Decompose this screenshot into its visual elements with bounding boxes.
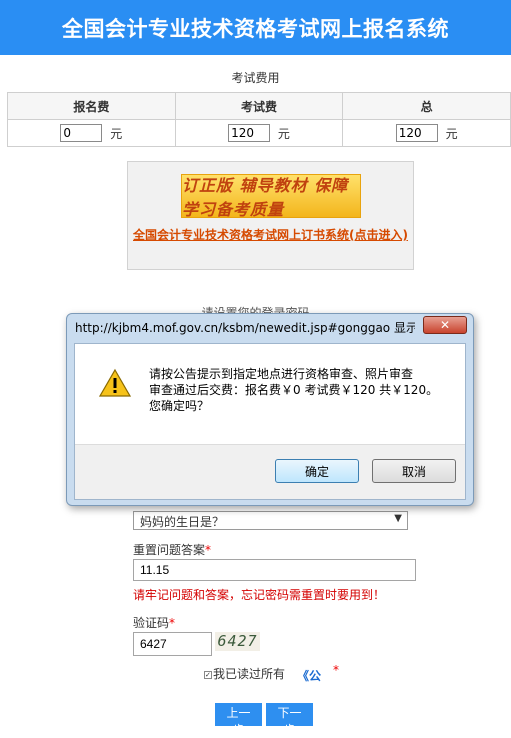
captcha-image[interactable]: 6427 — [215, 632, 260, 651]
fee-unit: 元 — [445, 126, 458, 141]
required-mark: * — [333, 663, 339, 677]
fee-cell-exam: 元 — [174, 119, 344, 147]
dialog-message-line: 您确定吗？ — [149, 399, 210, 413]
dialog-content: 请按公告提示到指定地点进行资格审查、照片审查 审查通过后交费：报名费￥0 考试费… — [75, 344, 465, 445]
captcha-label-text: 验证码 — [133, 616, 170, 630]
fee-unit: 元 — [277, 126, 290, 141]
announcement-link[interactable]: 《公 — [297, 667, 321, 684]
required-mark: * — [205, 543, 212, 557]
close-icon[interactable]: ✕ — [423, 316, 467, 334]
security-question-select[interactable]: 妈妈的生日是？ ▼ — [133, 511, 408, 530]
fee-table: 报名费 考试费 总 元 元 元 — [7, 92, 511, 147]
captcha-input[interactable] — [133, 632, 212, 656]
dialog-message-line: 请按公告提示到指定地点进行资格审查、照片审查 — [149, 367, 414, 381]
fee-unit: 元 — [110, 126, 123, 141]
prev-step-button[interactable]: 上一步 — [215, 703, 262, 737]
dialog-message-line: 审查通过后交费：报名费￥0 考试费￥120 共￥120。 — [149, 383, 439, 397]
fee-cell-registration: 元 — [7, 119, 176, 147]
ok-button[interactable]: 确定 — [275, 459, 359, 483]
checkbox-icon[interactable]: ✓ — [204, 670, 212, 679]
dialog-message: 请按公告提示到指定地点进行资格审查、照片审查 审查通过后交费：报名费￥0 考试费… — [149, 366, 438, 414]
bookstore-link[interactable]: 全国会计专业技术资格考试网上订书系统(点击进入) — [128, 226, 413, 243]
page-title: 全国会计专业技术资格考试网上报名系统 — [62, 16, 449, 41]
agree-text: 我已读过所有 — [213, 667, 286, 681]
registration-fee-input[interactable] — [60, 124, 103, 142]
cancel-button[interactable]: 取消 — [372, 459, 456, 483]
chevron-down-icon: ▼ — [394, 513, 402, 524]
bookstore-ad: 订正版 辅导教材 保障 学习备考质量 全国会计专业技术资格考试网上订书系统(点击… — [127, 161, 414, 270]
warning-icon — [99, 368, 131, 397]
security-question-value: 妈妈的生日是？ — [140, 515, 225, 529]
dialog-body: 请按公告提示到指定地点进行资格审查、照片审查 审查通过后交费：报名费￥0 考试费… — [74, 343, 466, 500]
next-step-button[interactable]: 下一步 — [266, 703, 313, 737]
fee-header-exam: 考试费 — [174, 92, 344, 120]
answer-warning: 请牢记问题和答案，忘记密码需重置时要用到！ — [133, 588, 386, 602]
page-header: 全国会计专业技术资格考试网上报名系统 — [0, 0, 511, 55]
total-fee-input[interactable] — [395, 124, 438, 142]
fee-caption: 考试费用 — [231, 71, 280, 85]
answer-label: 重置问题答案* — [133, 541, 211, 558]
required-mark: * — [169, 616, 176, 630]
dialog-title: http://kjbm4.mof.gov.cn/ksbm/newedit.jsp… — [75, 321, 415, 335]
answer-label-text: 重置问题答案 — [133, 543, 206, 557]
confirm-dialog: http://kjbm4.mof.gov.cn/ksbm/newedit.jsp… — [66, 313, 474, 506]
ad-banner[interactable]: 订正版 辅导教材 保障 学习备考质量 — [181, 174, 361, 219]
answer-input[interactable] — [133, 559, 416, 581]
fee-header-registration: 报名费 — [7, 92, 176, 120]
fee-header-total: 总 — [342, 92, 511, 120]
agree-checkbox-row[interactable]: ✓ 我已读过所有 — [204, 665, 285, 682]
exam-fee-input[interactable] — [228, 124, 271, 142]
fee-cell-total: 元 — [342, 119, 511, 147]
captcha-label: 验证码* — [133, 614, 175, 631]
